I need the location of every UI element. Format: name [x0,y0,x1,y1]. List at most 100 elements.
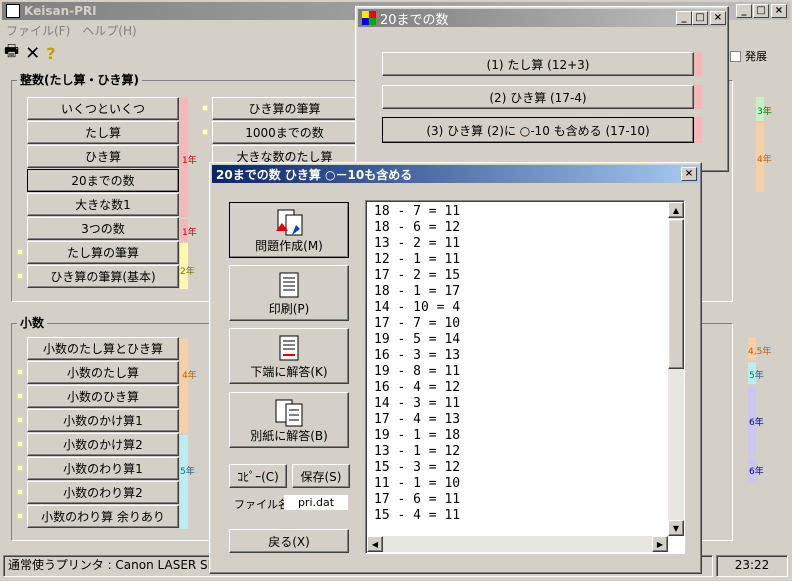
main_window-shousu_buttons-button-6[interactable]: 小数のわり算2 [27,481,179,504]
main_window-col1_buttons-button-3[interactable]: 20までの数 [27,169,179,192]
answer-bottom-button[interactable]: 下端に解答(K) [229,328,349,384]
option-1-button[interactable]: (1) たし算 (12+3) [382,52,694,76]
print-label: 印刷(P) [268,302,310,316]
main_window-shousu_buttons-button-0[interactable]: 小数のたし算とひき算 [27,337,179,360]
filename-value: pri.dat [297,496,335,509]
scroll-thumb[interactable] [668,219,684,369]
grade-label-4b: 4年 [182,371,197,381]
dialog-close-button[interactable]: × [681,167,697,181]
main_window-col1_buttons-button-5[interactable]: 3つの数 [27,217,179,240]
main_window-shousu_buttons-button-3[interactable]: 小数のかけ算1 [27,409,179,432]
menu-help[interactable]: ヘルプ(H) [82,22,136,39]
status-square [17,417,23,423]
sub-window: 20までの数 _ □ × (1) たし算 (12+3) (2) ひき算 (17-… [355,6,729,172]
close-x-icon[interactable]: ✕ [25,43,40,64]
print-icon [279,272,299,298]
option-3-button[interactable]: (3) ひき算 (2)に ○-10 も含める (17-10) [382,117,694,143]
problem-line: 13 - 2 = 11 [374,236,461,251]
grade-label-1b: 1年 [182,228,197,238]
main_window-shousu_buttons-button-4[interactable]: 小数のかけ算2 [27,433,179,456]
scroll-up-button[interactable]: ▲ [668,202,684,218]
main_window-col1_buttons-button-6[interactable]: たし算の筆算 [27,241,179,264]
grade-label-4: 4年 [757,155,772,165]
scroll-left-button[interactable]: ◀ [367,536,383,552]
problem-line: 18 - 7 = 11 [374,204,461,219]
grade-label-5b: 5年 [749,371,764,381]
main_window-col1_buttons-button-2[interactable]: ひき算 [27,145,179,168]
main_window-shousu_buttons-button-2[interactable]: 小数のひき算 [27,385,179,408]
main_window-col1_buttons-button-7[interactable]: ひき算の筆算(基本) [27,265,179,288]
problem-line: 16 - 4 = 12 [374,380,461,395]
answer-bottom-label: 下端に解答(K) [250,365,328,379]
copy-button[interactable]: ｺﾋﾟｰ(C) [229,464,287,488]
horizontal-scrollbar[interactable]: ◀ ▶ [367,536,668,552]
problem-line: 11 - 1 = 10 [374,476,461,491]
vertical-scrollbar[interactable]: ▲ ▼ [668,202,684,536]
sub-close-button[interactable]: × [710,11,726,25]
option-2-button[interactable]: (2) ひき算 (17-4) [382,85,694,109]
grade-label-6b: 6年 [749,467,764,477]
sub-title-bar: 20までの数 [358,9,726,28]
problem-line: 19 - 1 = 18 [374,428,461,443]
hatten-check-box[interactable] [730,50,741,62]
scroll-right-button[interactable]: ▶ [652,536,668,552]
main-close-button[interactable]: × [771,4,787,18]
option-1-bar [694,52,702,76]
status-square [17,273,23,279]
status-time-pane: 23:22 [716,555,788,577]
status-square [17,513,23,519]
problem-line: 14 - 10 = 4 [374,300,461,315]
back-button[interactable]: 戻る(X) [229,529,349,553]
seitsu-group-label: 整数(たし算・ひき算) [17,71,142,88]
option-2-bar [694,85,702,109]
problem-line: 18 - 1 = 17 [374,284,461,299]
grade-label-3: 3年 [757,107,772,117]
status-square [17,441,23,447]
problem-line: 19 - 8 = 11 [374,364,461,379]
status-square [17,249,23,255]
main-title: Keisan-PRI [24,4,97,18]
problem-line: 13 - 1 = 12 [374,444,461,459]
main_window-col1_buttons-button-1[interactable]: たし算 [27,121,179,144]
shousu-group-label: 小数 [17,314,48,331]
main_window-shousu_buttons-button-7[interactable]: 小数のわり算 余りあり [27,505,179,528]
printer-setup-icon[interactable]: 🖶 [4,40,19,67]
problem-line: 17 - 2 = 15 [374,268,461,283]
option-3-bar [694,117,702,143]
main_window-col1_buttons-button-0[interactable]: いくつといくつ [27,97,179,120]
print-button[interactable]: 印刷(P) [229,265,349,321]
status-square [202,129,208,135]
problem-list[interactable]: 18 - 7 = 11 18 - 6 = 12 13 - 2 = 11 12 - 1 … [365,200,685,554]
help-icon[interactable]: ? [46,44,55,63]
hatten-checkbox[interactable]: 発展 [730,48,767,64]
status-printer-text: 通常使うプリンタ : Canon LASER SHOT [8,558,234,572]
main_window-col2_buttons-button-1[interactable]: 1000までの数 [212,121,357,144]
problem-line: 17 - 7 = 10 [374,316,461,331]
problem-line: 15 - 3 = 12 [374,460,461,475]
problem-line: 16 - 3 = 13 [374,348,461,363]
main-minimize-button[interactable]: _ [736,4,752,18]
answer-separate-label: 別紙に解答(B) [250,429,328,443]
status-square [202,105,208,111]
answer-separate-button[interactable]: 別紙に解答(B) [229,392,349,448]
main_window-shousu_buttons-button-1[interactable]: 小数のたし算 [27,361,179,384]
filename-field[interactable]: pri.dat [284,495,348,510]
sub-maximize-button[interactable]: □ [692,11,708,25]
dialog-title-bar: 20までの数 ひき算 ○－10も含める [212,165,699,183]
grade-label-1a: 1年 [182,156,197,166]
main_window-shousu_buttons-button-5[interactable]: 小数のわり算1 [27,457,179,480]
main-maximize-button[interactable]: □ [753,4,769,18]
scroll-down-button[interactable]: ▼ [668,520,684,536]
grade-bar-4b [180,339,188,433]
sub-title: 20までの数 [380,12,449,28]
menu-file[interactable]: ファイル(F) [6,22,70,39]
grade-label-2: 2年 [180,267,195,277]
make-problem-button[interactable]: 問題作成(M) [229,202,349,258]
main_window-col2_buttons-button-0[interactable]: ひき算の筆算 [212,97,357,120]
problem-line: 14 - 3 = 11 [374,396,461,411]
save-button[interactable]: 保存(S) [292,464,350,488]
main_window-col1_buttons-button-4[interactable]: 大きな数1 [27,193,179,216]
problem-list-content: 18 - 7 = 11 18 - 6 = 12 13 - 2 = 11 12 - 1 … [366,201,684,524]
problem-line: 17 - 6 = 11 [374,492,461,507]
sub-minimize-button[interactable]: _ [676,11,692,25]
